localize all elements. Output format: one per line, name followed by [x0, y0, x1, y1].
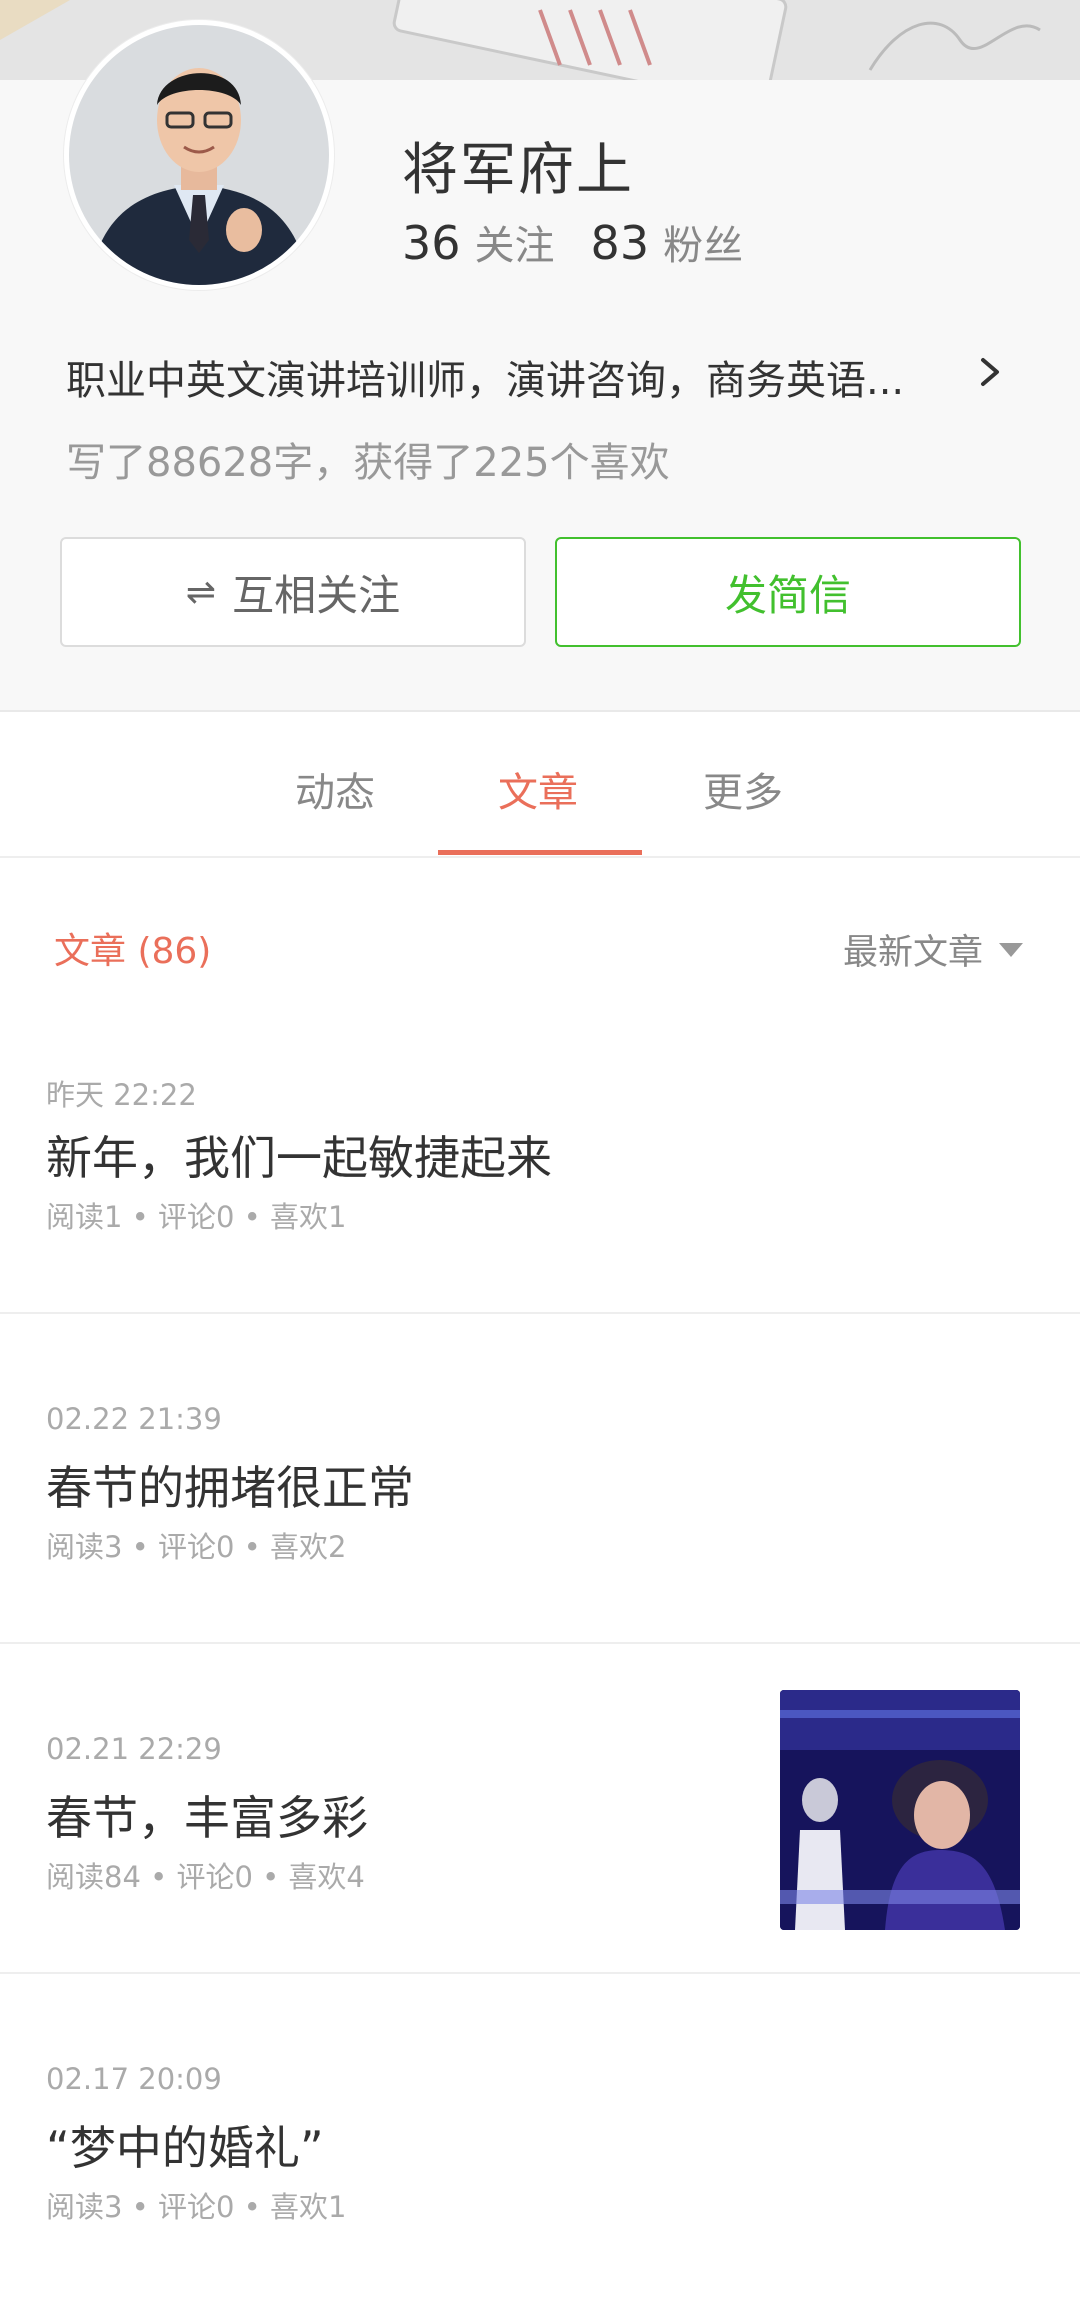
- following-label[interactable]: 关注: [475, 213, 555, 271]
- sort-label: 最新文章: [843, 933, 984, 973]
- wordcount-summary: 写了88628字，获得了225个喜欢: [66, 440, 670, 486]
- article-title[interactable]: 春节，丰富多彩: [46, 1782, 368, 1848]
- article-item[interactable]: 02.22 21:39 春节的拥堵很正常 阅读3 • 评论0 • 喜欢2: [0, 1332, 1080, 1662]
- article-title[interactable]: 春节的拥堵很正常: [46, 1452, 414, 1518]
- article-item[interactable]: 02.17 20:09 “梦中的婚礼” 阅读3 • 评论0 • 喜欢1: [0, 1974, 1080, 2304]
- article-title[interactable]: 新年，我们一起敏捷起来: [46, 1122, 552, 1188]
- followers-label[interactable]: 粉丝: [663, 213, 743, 271]
- following-count[interactable]: 36: [402, 216, 461, 270]
- article-date: 昨天 22:22: [46, 1078, 197, 1112]
- article-date: 02.21 22:29: [46, 1732, 222, 1766]
- article-date: 02.22 21:39: [46, 1402, 222, 1436]
- article-thumbnail[interactable]: [780, 1690, 1020, 1930]
- article-count-title: 文章 (86): [54, 931, 212, 972]
- article-item[interactable]: 昨天 22:22 新年，我们一起敏捷起来 阅读1 • 评论0 • 喜欢1: [0, 1002, 1080, 1332]
- article-meta: 阅读3 • 评论0 • 喜欢1: [46, 2190, 347, 2224]
- article-meta: 阅读84 • 评论0 • 喜欢4: [46, 1860, 365, 1894]
- triangle-down-icon: [999, 942, 1024, 957]
- chevron-right-icon[interactable]: [975, 352, 1005, 392]
- article-meta: 阅读3 • 评论0 • 喜欢2: [46, 1530, 347, 1564]
- send-message-label: 发简信: [724, 570, 851, 620]
- mutual-follow-icon: ⇌: [185, 571, 217, 613]
- tab-articles[interactable]: 文章: [498, 760, 578, 818]
- send-message-button[interactable]: 发简信: [555, 537, 1021, 647]
- mutual-follow-button[interactable]: ⇌ 互相关注: [60, 537, 526, 647]
- article-item[interactable]: 02.21 22:29 春节，丰富多彩 阅读84 • 评论0 • 喜欢4: [0, 1644, 1080, 1974]
- active-tab-indicator: [438, 850, 642, 855]
- article-date: 02.17 20:09: [46, 2062, 222, 2096]
- avatar[interactable]: [64, 20, 334, 290]
- followers-count[interactable]: 83: [591, 216, 650, 270]
- tab-bar: 动态 文章 更多: [0, 712, 1080, 856]
- bio-text[interactable]: 职业中英文演讲培训师，演讲咨询，商务英语...: [66, 348, 966, 406]
- tab-more[interactable]: 更多: [703, 760, 783, 818]
- article-title[interactable]: “梦中的婚礼”: [46, 2112, 324, 2178]
- divider: [0, 1312, 1080, 1314]
- tab-activity[interactable]: 动态: [295, 760, 375, 818]
- username: 将军府上: [402, 138, 634, 203]
- sort-dropdown[interactable]: 最新文章: [843, 924, 1024, 975]
- divider: [0, 856, 1080, 858]
- article-meta: 阅读1 • 评论0 • 喜欢1: [46, 1200, 347, 1234]
- mutual-follow-label: 互相关注: [232, 570, 401, 620]
- profile-stats: 36 关注 83 粉丝: [402, 213, 743, 271]
